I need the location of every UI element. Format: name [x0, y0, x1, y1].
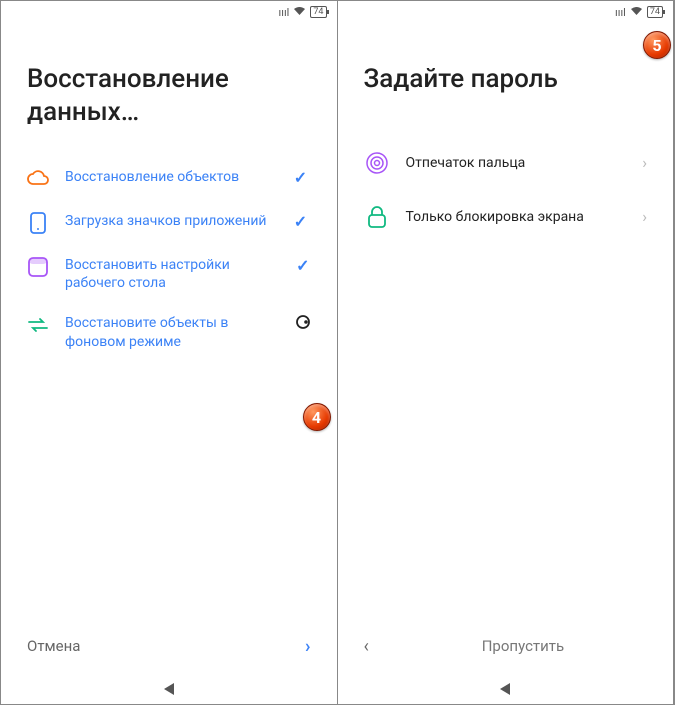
content-area: Задайте пароль Отпечаток пальца › Только…	[338, 23, 674, 618]
step-badge-5: 5	[643, 31, 671, 59]
screen-password: ıııl 74 Задайте пароль Отпечаток пальца …	[338, 1, 675, 704]
option-screen-lock[interactable]: Только блокировка экрана ›	[364, 190, 648, 244]
step-badge-4: 4	[303, 403, 331, 431]
restore-item-label: Восстановление объектов	[65, 168, 275, 186]
restore-item-label: Восстановить настройки рабочего стола	[65, 256, 279, 292]
wifi-icon	[630, 6, 643, 19]
status-done-icon: ✓	[295, 256, 310, 275]
status-done-icon: ✓	[291, 168, 311, 187]
back-button[interactable]: ‹	[364, 636, 369, 657]
signal-icon: ıııl	[615, 6, 626, 19]
content-area: Восстановление данных… Восстановление об…	[1, 23, 337, 618]
nav-back-icon[interactable]	[500, 683, 510, 695]
transfer-icon	[27, 314, 49, 336]
wifi-icon	[293, 6, 306, 19]
status-pending-icon	[295, 314, 311, 330]
layout-icon	[27, 256, 49, 278]
signal-icon: ıııl	[279, 6, 290, 19]
nav-bar	[1, 674, 337, 704]
phone-icon	[27, 212, 49, 234]
restore-item: Восстановление объектов ✓	[27, 168, 311, 190]
battery-indicator: 74	[310, 6, 326, 18]
lock-icon	[364, 204, 390, 230]
cancel-button[interactable]: Отмена	[27, 637, 80, 655]
skip-button[interactable]: Пропустить	[399, 637, 647, 655]
nav-back-icon[interactable]	[164, 683, 174, 695]
restore-item-label: Восстановите объекты в фоновом режиме	[65, 314, 279, 350]
restore-item: Загрузка значков приложений ✓	[27, 212, 311, 234]
nav-bar	[338, 674, 674, 704]
status-done-icon: ✓	[291, 212, 311, 231]
option-fingerprint[interactable]: Отпечаток пальца ›	[364, 136, 648, 190]
next-button[interactable]: ›	[305, 636, 310, 657]
page-title: Восстановление данных…	[27, 63, 311, 128]
fingerprint-icon	[364, 150, 390, 176]
status-bar: ıııl 74	[1, 1, 337, 23]
restore-item: Восстановить настройки рабочего стола ✓	[27, 256, 311, 292]
restore-item: Восстановите объекты в фоновом режиме	[27, 314, 311, 350]
cloud-icon	[27, 168, 49, 190]
footer-bar: ‹ Пропустить	[338, 618, 674, 674]
chevron-right-icon: ›	[642, 207, 647, 226]
chevron-right-icon: ›	[642, 153, 647, 172]
footer-bar: Отмена ›	[1, 618, 337, 674]
status-bar: ıııl 74	[338, 1, 674, 23]
screen-restore: ıııl 74 Восстановление данных… Восстанов…	[1, 1, 338, 704]
battery-indicator: 74	[647, 6, 663, 18]
option-label: Отпечаток пальца	[406, 155, 627, 171]
restore-item-label: Загрузка значков приложений	[65, 212, 275, 230]
option-label: Только блокировка экрана	[406, 209, 627, 225]
page-title: Задайте пароль	[364, 63, 648, 96]
